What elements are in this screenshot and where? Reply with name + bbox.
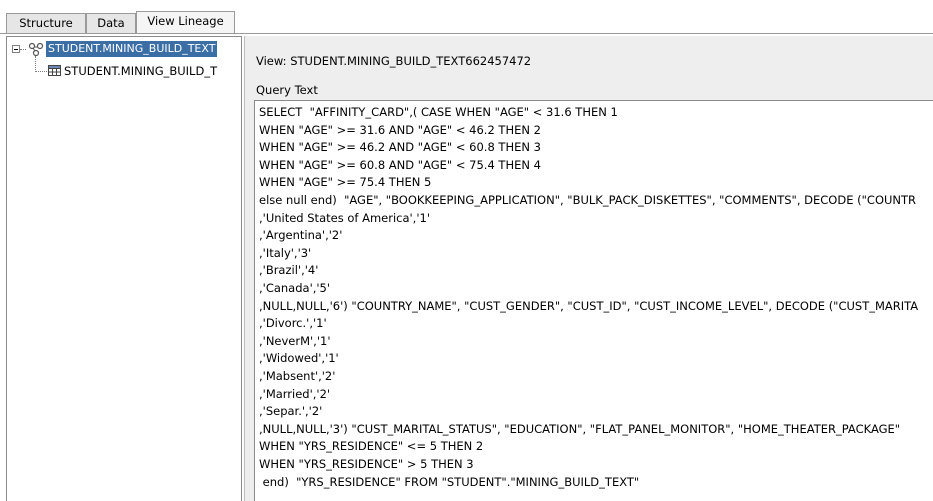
query-line: ,'NeverM','1' (259, 333, 331, 348)
query-line: ,'Canada','5' (259, 281, 331, 295)
collapse-toggle-icon[interactable] (12, 45, 20, 53)
query-line: WHEN "YRS_RESIDENCE" > 5 THEN 3 (259, 457, 474, 471)
tab-divider (0, 33, 933, 34)
view-name-line: View: STUDENT.MINING_BUILD_TEXT662457472 (256, 54, 531, 68)
query-line: ,NULL,NULL,'6') "COUNTRY_NAME", "CUST_GE… (259, 298, 919, 313)
query-line: end) "YRS_RESIDENCE" FROM "STUDENT"."MIN… (259, 474, 640, 489)
tab-bar: Structure Data View Lineage (0, 0, 933, 36)
query-line: WHEN "AGE" >= 75.4 THEN 5 (259, 175, 432, 190)
tab-view-lineage[interactable]: View Lineage (136, 11, 235, 33)
view-icon (28, 42, 44, 57)
tree-node-root-label: STUDENT.MINING_BUILD_TEXT (46, 41, 218, 57)
tab-data[interactable]: Data (86, 13, 136, 33)
query-line: ,NULL,NULL,'3') "CUST_MARITAL_STATUS", "… (259, 421, 901, 436)
tree-connector (35, 71, 47, 72)
lineage-tree[interactable]: STUDENT.MINING_BUILD_TEXT STUDENT.MINING… (6, 36, 242, 501)
query-line: ,'Widowed','1' (259, 351, 339, 366)
view-label: View: (256, 54, 287, 68)
query-line: ,'Divorc.','1' (259, 316, 327, 331)
query-line: WHEN "AGE" >= 46.2 AND "AGE" < 60.8 THEN… (259, 140, 541, 155)
query-line: ,'Separ.','2' (259, 404, 323, 419)
tree-node-child[interactable]: STUDENT.MINING_BUILD_T (47, 63, 241, 79)
query-line: else null end) "AGE", "BOOKKEEPING_APPLI… (259, 193, 917, 207)
query-text-label: Query Text (256, 83, 318, 97)
query-line: ,'Brazil','4' (259, 263, 319, 278)
query-text-area[interactable]: SELECT "AFFINITY_CARD",( CASE WHEN "AGE"… (254, 100, 933, 501)
query-line: WHEN "AGE" >= 31.6 AND "AGE" < 46.2 THEN… (259, 122, 541, 137)
view-name: STUDENT.MINING_BUILD_TEXT662457472 (290, 54, 532, 68)
detail-panel: View: STUDENT.MINING_BUILD_TEXT662457472… (244, 36, 933, 501)
query-line: ,'Italy','3' (259, 245, 312, 260)
tab-structure[interactable]: Structure (6, 13, 86, 33)
tree-node-root[interactable]: STUDENT.MINING_BUILD_TEXT (26, 41, 241, 57)
tree-connector (35, 56, 36, 72)
query-line: WHEN "YRS_RESIDENCE" <= 5 THEN 2 (259, 439, 484, 454)
table-icon (48, 65, 61, 76)
query-line: SELECT "AFFINITY_CARD",( CASE WHEN "AGE"… (259, 105, 618, 119)
query-line: ,'Married','2' (259, 386, 331, 401)
query-line: WHEN "AGE" >= 60.8 AND "AGE" < 75.4 THEN… (259, 157, 541, 172)
query-line: ,'Argentina','2' (259, 228, 343, 243)
query-line: ,'United States of America','1' (259, 210, 430, 225)
query-line: ,'Mabsent','2' (259, 369, 336, 383)
tree-node-child-label: STUDENT.MINING_BUILD_T (64, 64, 218, 78)
